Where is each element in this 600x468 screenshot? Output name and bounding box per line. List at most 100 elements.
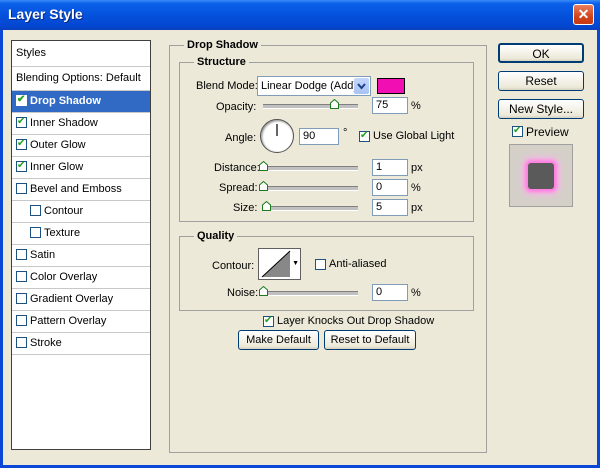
new-style-button[interactable]: New Style... xyxy=(498,99,584,119)
angle-label: Angle: xyxy=(225,132,257,144)
structure-title: Structure xyxy=(194,56,249,68)
ok-button[interactable]: OK xyxy=(498,43,584,63)
style-item-satin[interactable]: Satin xyxy=(12,245,150,267)
drop-shadow-title: Drop Shadow xyxy=(184,39,261,51)
style-item-label: Outer Glow xyxy=(30,139,86,151)
style-item-label: Bevel and Emboss xyxy=(30,183,122,195)
style-item-label: Inner Glow xyxy=(30,161,84,173)
size-slider-thumb[interactable] xyxy=(261,201,271,211)
preview-swatch xyxy=(528,163,554,189)
noise-slider-track[interactable] xyxy=(263,291,358,296)
style-item-checkbox[interactable] xyxy=(16,137,27,150)
style-item-label: Contour xyxy=(44,205,84,217)
angle-unit: ° xyxy=(343,127,348,139)
style-item-checkbox[interactable] xyxy=(16,115,27,128)
blend-mode-value: Linear Dodge (Add) xyxy=(261,80,358,92)
blending-options-item[interactable]: Blending Options: Default xyxy=(12,67,150,91)
opacity-slider-track[interactable] xyxy=(263,104,358,109)
spread-slider-track[interactable] xyxy=(263,186,358,191)
angle-dial[interactable] xyxy=(260,119,294,153)
shadow-color-swatch[interactable] xyxy=(377,78,405,94)
quality-title: Quality xyxy=(194,230,238,242)
layer-knocks-out-checkbox[interactable] xyxy=(263,314,274,327)
opacity-label: Opacity: xyxy=(216,101,257,113)
size-input[interactable]: 5 xyxy=(372,199,408,216)
style-item-label: Inner Shadow xyxy=(30,117,98,129)
preview-label[interactable]: Preview xyxy=(526,125,569,139)
use-global-light-label[interactable]: Use Global Light xyxy=(373,130,454,142)
spread-input[interactable]: 0 xyxy=(372,179,408,196)
distance-slider-thumb[interactable] xyxy=(259,161,268,171)
style-item-checkbox[interactable] xyxy=(16,249,27,260)
anti-aliased-checkbox[interactable] xyxy=(315,259,326,270)
style-item-stroke[interactable]: Stroke xyxy=(12,333,150,355)
contour-picker[interactable]: ▼ xyxy=(258,248,301,280)
chevron-down-icon xyxy=(354,78,369,94)
layer-knocks-out-label[interactable]: Layer Knocks Out Drop Shadow xyxy=(277,315,434,327)
linear-contour-icon xyxy=(261,250,291,278)
style-item-label: Satin xyxy=(30,249,56,261)
make-default-button[interactable]: Make Default xyxy=(238,330,319,350)
blend-mode-label: Blend Mode: xyxy=(196,80,258,92)
style-item-drop-shadow[interactable]: Drop Shadow xyxy=(12,91,150,113)
noise-input[interactable]: 0 xyxy=(372,284,408,301)
window-title: Layer Style xyxy=(8,6,83,22)
spread-slider-thumb[interactable] xyxy=(259,181,268,191)
distance-slider-track[interactable] xyxy=(263,166,358,171)
distance-label: Distance: xyxy=(214,162,260,174)
noise-unit: % xyxy=(411,287,421,299)
distance-input[interactable]: 1 xyxy=(372,159,408,176)
spread-label: Spread: xyxy=(219,182,258,194)
preview-checkbox[interactable] xyxy=(512,124,523,137)
noise-label: Noise: xyxy=(227,287,259,299)
size-unit: px xyxy=(411,202,423,214)
contour-dropdown-arrow-icon[interactable]: ▼ xyxy=(292,260,299,267)
style-item-checkbox[interactable] xyxy=(16,337,27,348)
style-item-label: Color Overlay xyxy=(30,271,98,283)
use-global-light-checkbox[interactable] xyxy=(359,129,370,142)
styles-header[interactable]: Styles xyxy=(12,41,150,67)
layer-style-dialog: Layer Style ✕ Styles Blending Options: D… xyxy=(0,0,600,468)
style-item-inner-glow[interactable]: Inner Glow xyxy=(12,157,150,179)
style-item-checkbox[interactable] xyxy=(16,293,27,304)
noise-slider-thumb[interactable] xyxy=(259,286,268,296)
close-button[interactable]: ✕ xyxy=(573,4,594,25)
style-item-checkbox[interactable] xyxy=(16,315,27,326)
title-bar[interactable]: Layer Style ✕ xyxy=(0,0,600,30)
opacity-slider-thumb[interactable] xyxy=(330,99,340,109)
spread-unit: % xyxy=(411,182,421,194)
style-item-checkbox[interactable] xyxy=(16,183,27,194)
size-label: Size: xyxy=(233,202,258,214)
style-item-label: Stroke xyxy=(30,337,62,349)
style-item-checkbox[interactable] xyxy=(16,159,27,172)
contour-label: Contour: xyxy=(212,260,255,272)
style-item-checkbox[interactable] xyxy=(30,227,41,238)
reset-button[interactable]: Reset xyxy=(498,71,584,91)
style-item-inner-shadow[interactable]: Inner Shadow xyxy=(12,113,150,135)
reset-to-default-button[interactable]: Reset to Default xyxy=(324,330,416,350)
style-item-label: Pattern Overlay xyxy=(30,315,107,327)
style-item-label: Gradient Overlay xyxy=(30,293,114,305)
style-item-outer-glow[interactable]: Outer Glow xyxy=(12,135,150,157)
style-item-checkbox[interactable] xyxy=(16,271,27,282)
quality-group: Quality xyxy=(179,230,474,311)
style-item-checkbox[interactable] xyxy=(30,205,41,216)
blend-mode-select[interactable]: Linear Dodge (Add) xyxy=(257,76,371,96)
angle-input[interactable]: 90 xyxy=(299,128,339,145)
style-item-gradient-overlay[interactable]: Gradient Overlay xyxy=(12,289,150,311)
distance-unit: px xyxy=(411,162,423,174)
style-item-checkbox[interactable] xyxy=(16,93,27,106)
style-item-pattern-overlay[interactable]: Pattern Overlay xyxy=(12,311,150,333)
style-item-bevel-and-emboss[interactable]: Bevel and Emboss xyxy=(12,179,150,201)
size-slider-track[interactable] xyxy=(263,206,358,211)
style-item-texture[interactable]: Texture xyxy=(12,223,150,245)
styles-list: Styles Blending Options: Default Drop Sh… xyxy=(11,40,151,450)
style-item-contour[interactable]: Contour xyxy=(12,201,150,223)
preview-thumbnail xyxy=(509,144,573,207)
style-item-color-overlay[interactable]: Color Overlay xyxy=(12,267,150,289)
style-item-label: Drop Shadow xyxy=(30,95,101,107)
anti-aliased-label[interactable]: Anti-aliased xyxy=(329,258,386,270)
opacity-unit: % xyxy=(411,100,421,112)
style-item-label: Texture xyxy=(44,227,81,239)
opacity-input[interactable]: 75 xyxy=(372,97,408,114)
